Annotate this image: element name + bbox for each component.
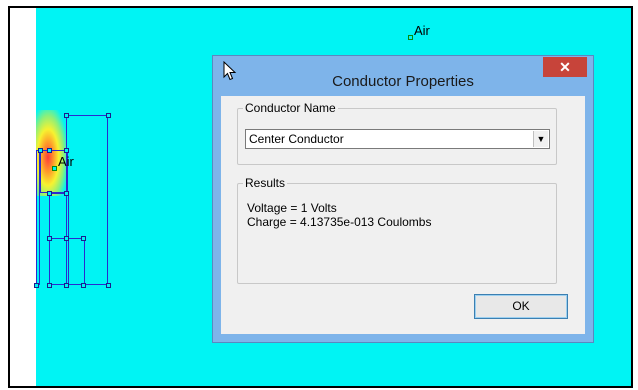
left-boundary[interactable] <box>36 150 40 285</box>
vertex-node[interactable] <box>47 191 52 196</box>
close-button[interactable]: ✕ <box>543 57 587 77</box>
vertex-node[interactable] <box>64 148 69 153</box>
voltage-result: Voltage = 1 Volts <box>247 201 337 215</box>
results-group: Results Voltage = 1 Volts Charge = 4.137… <box>237 176 557 284</box>
vertex-node[interactable] <box>47 283 52 288</box>
results-label: Results <box>245 176 286 190</box>
vertex-node[interactable] <box>64 283 69 288</box>
region-marker[interactable] <box>408 35 413 40</box>
dialog-title: Conductor Properties <box>332 73 474 90</box>
vertex-node[interactable] <box>106 283 111 288</box>
vertex-node[interactable] <box>38 148 43 153</box>
inner-shape-step[interactable] <box>49 238 85 285</box>
vertex-node[interactable] <box>64 113 69 118</box>
conductor-name-select[interactable]: Center Conductor ▼ <box>245 129 550 149</box>
vertex-node[interactable] <box>34 283 39 288</box>
vertex-node[interactable] <box>106 113 111 118</box>
region-label-air: Air <box>414 23 430 38</box>
vertex-node[interactable] <box>64 236 69 241</box>
dialog-title-bar[interactable]: Conductor Properties ✕ <box>213 56 593 90</box>
charge-result: Charge = 4.13735e-013 Coulombs <box>247 215 432 229</box>
conductor-name-value: Center Conductor <box>249 132 344 146</box>
vertex-node[interactable] <box>47 148 52 153</box>
conductor-name-label: Conductor Name <box>245 101 336 115</box>
region-label-air: Air <box>58 154 74 169</box>
dialog-body: Conductor Name Center Conductor ▼ Result… <box>221 96 585 334</box>
region-marker[interactable] <box>52 166 57 171</box>
conductor-properties-dialog: Conductor Properties ✕ Conductor Name Ce… <box>212 55 594 343</box>
conductor-name-group: Conductor Name Center Conductor ▼ <box>237 101 557 165</box>
vertex-node[interactable] <box>81 283 86 288</box>
vertex-node[interactable] <box>81 236 86 241</box>
chevron-down-icon[interactable]: ▼ <box>533 131 548 147</box>
close-icon: ✕ <box>559 59 571 75</box>
vertex-node[interactable] <box>64 191 69 196</box>
vertex-node[interactable] <box>47 236 52 241</box>
ok-button[interactable]: OK <box>474 294 568 319</box>
